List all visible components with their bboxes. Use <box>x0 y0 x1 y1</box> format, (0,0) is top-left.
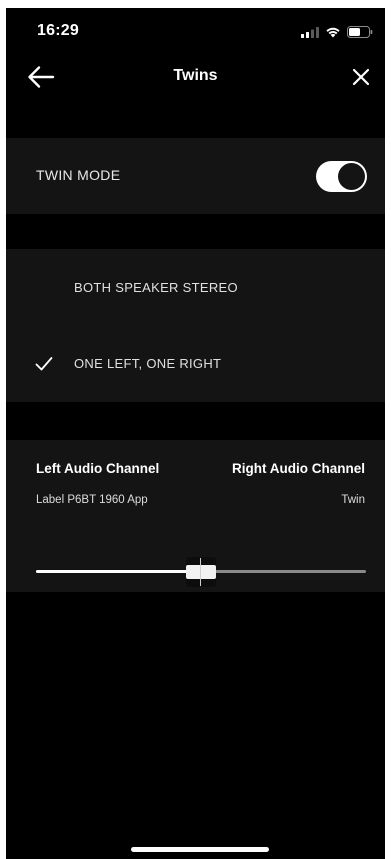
status-bar: 16:29 <box>6 8 385 56</box>
status-time: 16:29 <box>37 22 79 39</box>
option-one-left-one-right[interactable]: ONE LEFT, ONE RIGHT <box>6 344 385 384</box>
twin-mode-toggle[interactable] <box>316 161 367 192</box>
wifi-icon <box>326 27 340 38</box>
right-channel-title: Right Audio Channel <box>232 461 365 476</box>
option-both-speaker-stereo[interactable]: BOTH SPEAKER STEREO <box>6 268 385 308</box>
option-label: ONE LEFT, ONE RIGHT <box>74 356 222 371</box>
toggle-knob <box>338 163 365 190</box>
signal-icon <box>301 26 319 38</box>
twin-mode-row: TWIN MODE <box>6 138 385 214</box>
checkmark-icon <box>35 357 53 371</box>
status-icons <box>301 25 373 39</box>
navigation-bar: Twins <box>6 58 385 98</box>
close-icon[interactable] <box>349 65 373 89</box>
channel-balance-slider[interactable] <box>36 557 366 587</box>
battery-icon <box>347 26 373 38</box>
slider-fill <box>36 570 201 573</box>
option-label: BOTH SPEAKER STEREO <box>74 280 238 295</box>
right-channel-device: Twin <box>341 494 365 506</box>
slider-thumb-line <box>200 558 201 586</box>
home-indicator[interactable] <box>131 847 269 852</box>
left-channel-title: Left Audio Channel <box>36 461 160 476</box>
twin-mode-options: BOTH SPEAKER STEREO ONE LEFT, ONE RIGHT <box>6 249 385 402</box>
slider-thumb[interactable] <box>186 557 216 587</box>
twin-mode-label: TWIN MODE <box>36 167 121 183</box>
phone-screen: 16:29 Twins TWIN MODE BOTH SPEAKER STERE… <box>6 8 385 859</box>
slider-thumb-face <box>186 565 216 579</box>
left-channel-device: Label P6BT 1960 App <box>36 494 148 506</box>
audio-channel-panel: Left Audio Channel Right Audio Channel L… <box>6 440 385 592</box>
page-title: Twins <box>173 67 218 84</box>
